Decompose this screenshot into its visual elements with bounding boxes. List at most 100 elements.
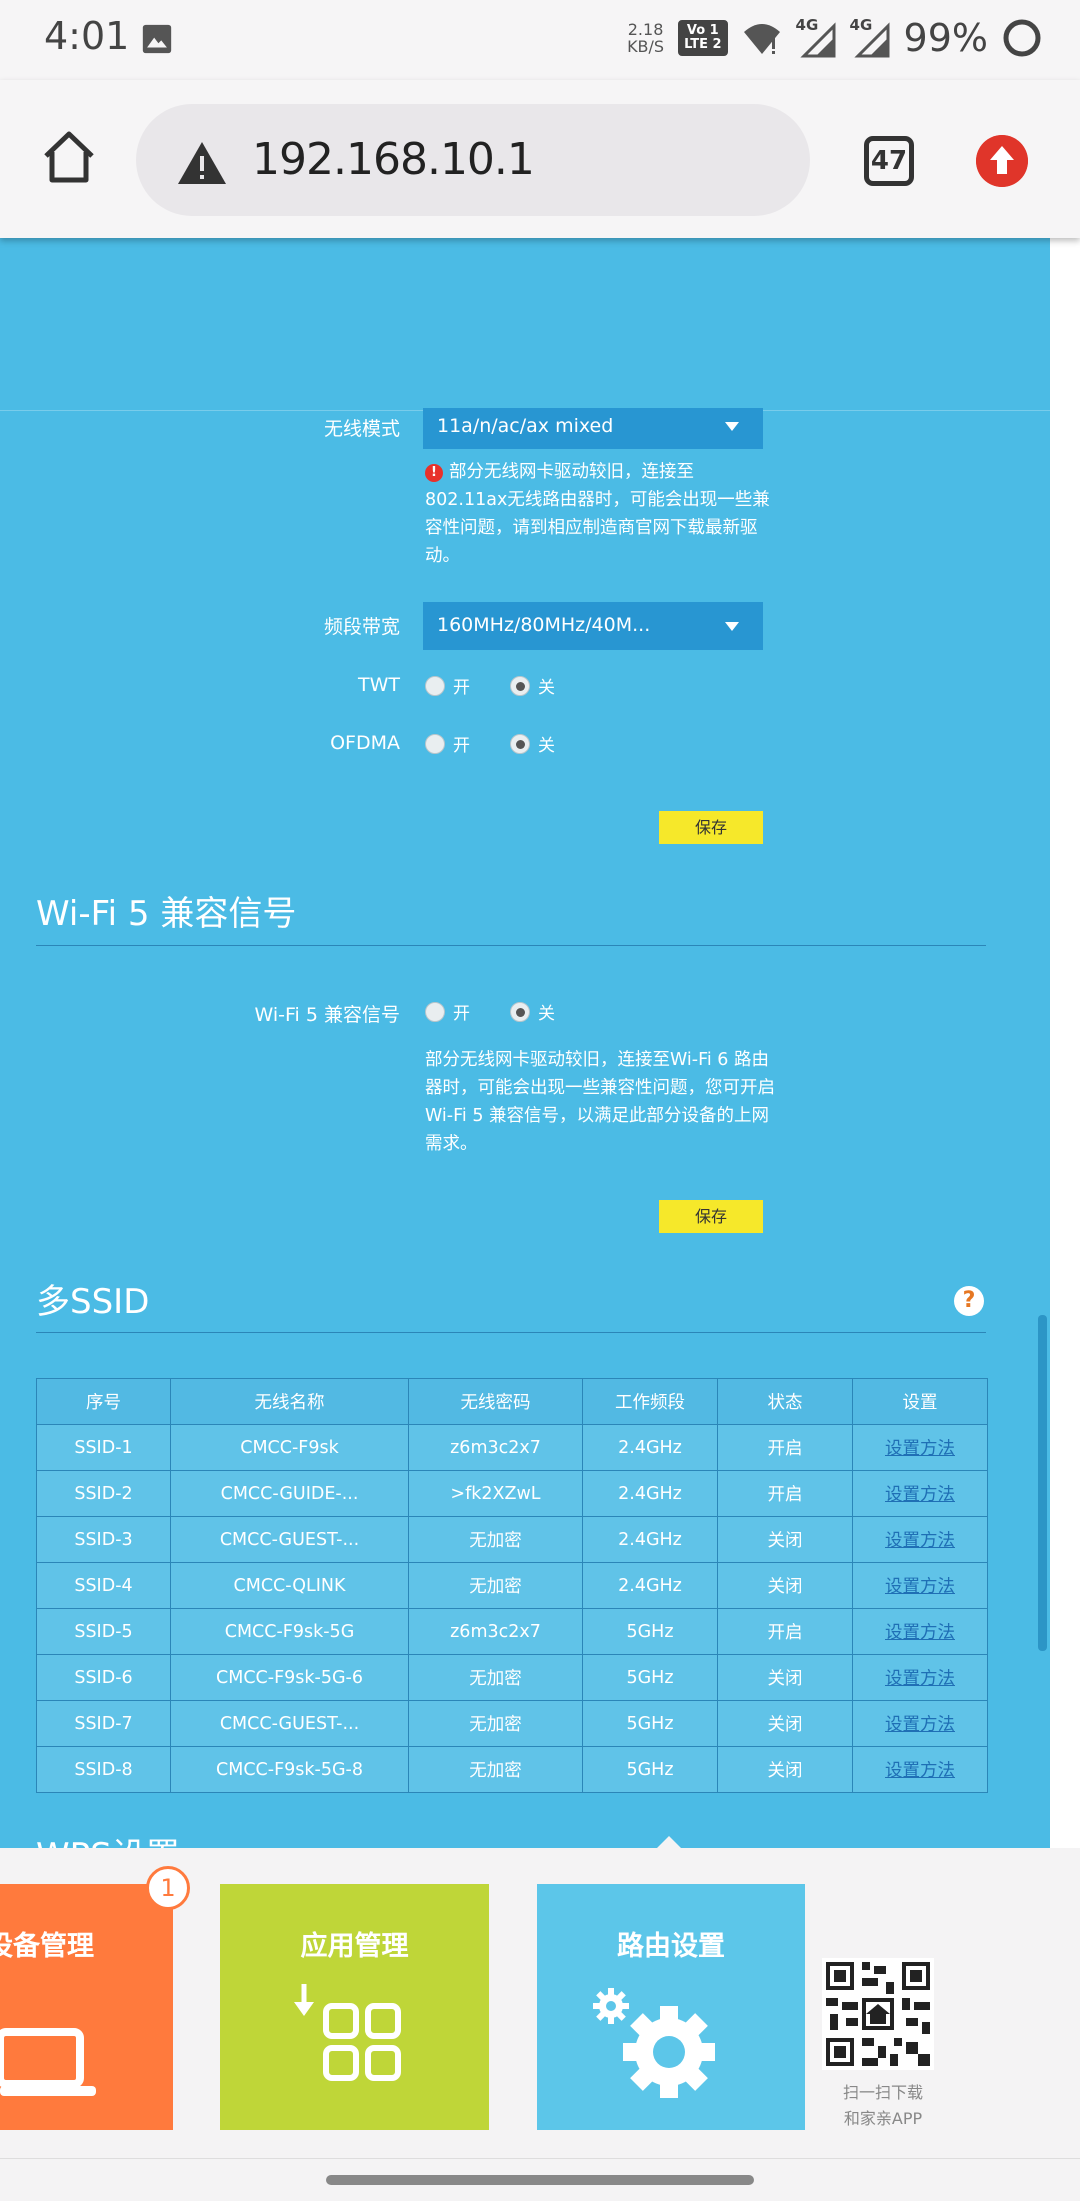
bandwidth-label: 频段带宽	[323, 616, 400, 638]
save-button[interactable]: 保存	[659, 811, 763, 844]
column-header: 序号	[36, 1378, 171, 1425]
home-icon[interactable]	[40, 128, 98, 186]
table-cell: 关闭	[717, 1516, 853, 1563]
wifi5-off-radio[interactable]	[510, 1001, 530, 1022]
column-header: 无线名称	[170, 1378, 409, 1425]
wireless-mode-warning: ! 部分无线网卡驱动较旧，连接至802.11ax无线路由器时，可能会出现一些兼容性…	[425, 462, 770, 566]
twt-on-radio[interactable]	[425, 675, 445, 696]
table-body: SSID-1 CMCC-F9sk z6m3c2x7 2.4GHz 开启 设置方法 SSID-…	[36, 1424, 988, 1793]
scrollbar-thumb[interactable]	[1038, 1315, 1047, 1651]
system-nav-bar	[0, 2158, 1080, 2201]
table-cell: 关闭	[717, 1746, 853, 1793]
twt-radio-group: 开 关	[425, 673, 595, 698]
table-row: SSID-7 CMCC-GUEST-... 无加密 5GHz 关闭 设置方法	[36, 1700, 988, 1747]
table-cell: 关闭	[717, 1700, 853, 1747]
table-cell: 开启	[717, 1424, 853, 1471]
table-cell: CMCC-F9sk	[170, 1424, 409, 1471]
status-right: 2.18 KB/S Vo 1 LTE 2 4G 4G 99%	[627, 16, 1042, 60]
settings-cell: 设置方法	[852, 1424, 988, 1471]
save-button[interactable]: 保存	[659, 1200, 763, 1233]
table-cell: SSID-2	[36, 1470, 171, 1517]
cell-signal-2-icon: 4G	[850, 16, 890, 58]
table-cell: 关闭	[717, 1654, 853, 1701]
ofdma-off-radio[interactable]	[510, 733, 530, 754]
url-text[interactable]: 192.168.10.1	[252, 134, 535, 185]
table-cell: CMCC-QLINK	[170, 1562, 409, 1609]
ofdma-radio-group: 开 关	[425, 731, 595, 756]
twt-label: TWT	[358, 674, 400, 696]
wifi5-on-radio[interactable]	[425, 1001, 445, 1022]
table-cell: SSID-1	[36, 1424, 171, 1471]
setup-method-link[interactable]: 设置方法	[885, 1531, 955, 1551]
settings-cell: 设置方法	[852, 1700, 988, 1747]
qr-code-icon[interactable]	[822, 1958, 934, 2070]
table-cell: 无加密	[408, 1746, 583, 1793]
column-header: 无线密码	[408, 1378, 583, 1425]
status-bar: 4:01 2.18 KB/S Vo 1 LTE 2 4G 4G 99%	[0, 0, 1080, 80]
table-cell: CMCC-GUEST-...	[170, 1516, 409, 1563]
router-settings-tile[interactable]: 路由设置	[537, 1884, 805, 2130]
table-cell: 关闭	[717, 1562, 853, 1609]
bandwidth-select[interactable]: 160MHz/80MHz/40M...	[423, 602, 763, 650]
table-row: SSID-5 CMCC-F9sk-5G z6m3c2x7 5GHz 开启 设置方法	[36, 1608, 988, 1655]
table-cell: SSID-7	[36, 1700, 171, 1747]
help-icon[interactable]: ?	[954, 1286, 984, 1316]
column-header: 设置	[852, 1378, 988, 1425]
apps-grid-icon	[294, 1984, 401, 2081]
table-cell: 5GHz	[582, 1700, 718, 1747]
setup-method-link[interactable]: 设置方法	[885, 1485, 955, 1505]
update-arrow-icon[interactable]	[976, 135, 1028, 187]
setup-method-link[interactable]: 设置方法	[885, 1669, 955, 1689]
twt-off-radio[interactable]	[510, 675, 530, 696]
laptop-icon	[0, 2028, 96, 2096]
battery-icon	[1003, 19, 1041, 57]
section-title-multi-ssid: 多SSID	[36, 1282, 150, 1322]
table-row: SSID-3 CMCC-GUEST-... 无加密 2.4GHz 关闭 设置方法	[36, 1516, 988, 1563]
table-cell: CMCC-F9sk-5G-6	[170, 1654, 409, 1701]
table-cell: 5GHz	[582, 1654, 718, 1701]
setup-method-link[interactable]: 设置方法	[885, 1577, 955, 1597]
table-cell: z6m3c2x7	[408, 1424, 583, 1471]
not-secure-warning-icon[interactable]	[176, 140, 228, 186]
qr-caption: 扫一扫下载 和家亲APP	[842, 2083, 923, 2128]
wifi5-description: 部分无线网卡驱动较旧，连接至Wi-Fi 6 路由器时，可能会出现一些兼容性问题，…	[425, 1050, 775, 1154]
setup-method-link[interactable]: 设置方法	[885, 1439, 955, 1459]
table-cell: SSID-3	[36, 1516, 171, 1563]
section-title-wifi5: Wi-Fi 5 兼容信号	[36, 894, 297, 934]
ofdma-label: OFDMA	[330, 732, 400, 754]
column-header: 状态	[717, 1378, 853, 1425]
tab-switcher-button[interactable]: 47	[864, 136, 914, 186]
bottom-nav-panel: 设备管理 1 应用管理 路由设置	[0, 1848, 1080, 2158]
device-management-tile[interactable]: 设备管理	[0, 1884, 173, 2130]
network-speed: 2.18 KB/S	[627, 20, 665, 56]
settings-cell: 设置方法	[852, 1654, 988, 1701]
image-notification-icon	[142, 24, 172, 54]
router-settings-page: 无线模式 11a/n/ac/ax mixed ! 部分无线网卡驱动较旧，连接至80…	[0, 238, 1050, 1848]
chevron-down-icon	[725, 422, 739, 431]
setup-method-link[interactable]: 设置方法	[885, 1761, 955, 1781]
settings-cell: 设置方法	[852, 1516, 988, 1563]
table-row: SSID-6 CMCC-F9sk-5G-6 无加密 5GHz 关闭 设置方法	[36, 1654, 988, 1701]
ofdma-on-radio[interactable]	[425, 733, 445, 754]
table-cell: CMCC-GUIDE-...	[170, 1470, 409, 1517]
settings-cell: 设置方法	[852, 1562, 988, 1609]
table-cell: CMCC-GUEST-...	[170, 1700, 409, 1747]
table-cell: SSID-6	[36, 1654, 171, 1701]
setup-method-link[interactable]: 设置方法	[885, 1715, 955, 1735]
cell-signal-1-icon: 4G	[796, 16, 836, 58]
volte-icon: Vo 1 LTE 2	[678, 20, 728, 56]
table-cell: 无加密	[408, 1654, 583, 1701]
setup-method-link[interactable]: 设置方法	[885, 1623, 955, 1643]
notification-badge: 1	[146, 1866, 190, 1910]
settings-cell: 设置方法	[852, 1608, 988, 1655]
app-management-tile[interactable]: 应用管理	[220, 1884, 489, 2130]
gesture-handle[interactable]	[326, 2175, 754, 2185]
table-cell: 2.4GHz	[582, 1516, 718, 1563]
table-cell: >fk2XZwL	[408, 1470, 583, 1517]
table-cell: CMCC-F9sk-5G-8	[170, 1746, 409, 1793]
table-cell: 开启	[717, 1608, 853, 1655]
wireless-mode-select[interactable]: 11a/n/ac/ax mixed	[423, 408, 763, 449]
address-bar[interactable]: 192.168.10.1	[136, 104, 810, 216]
table-cell: 开启	[717, 1470, 853, 1517]
table-cell: SSID-4	[36, 1562, 171, 1609]
